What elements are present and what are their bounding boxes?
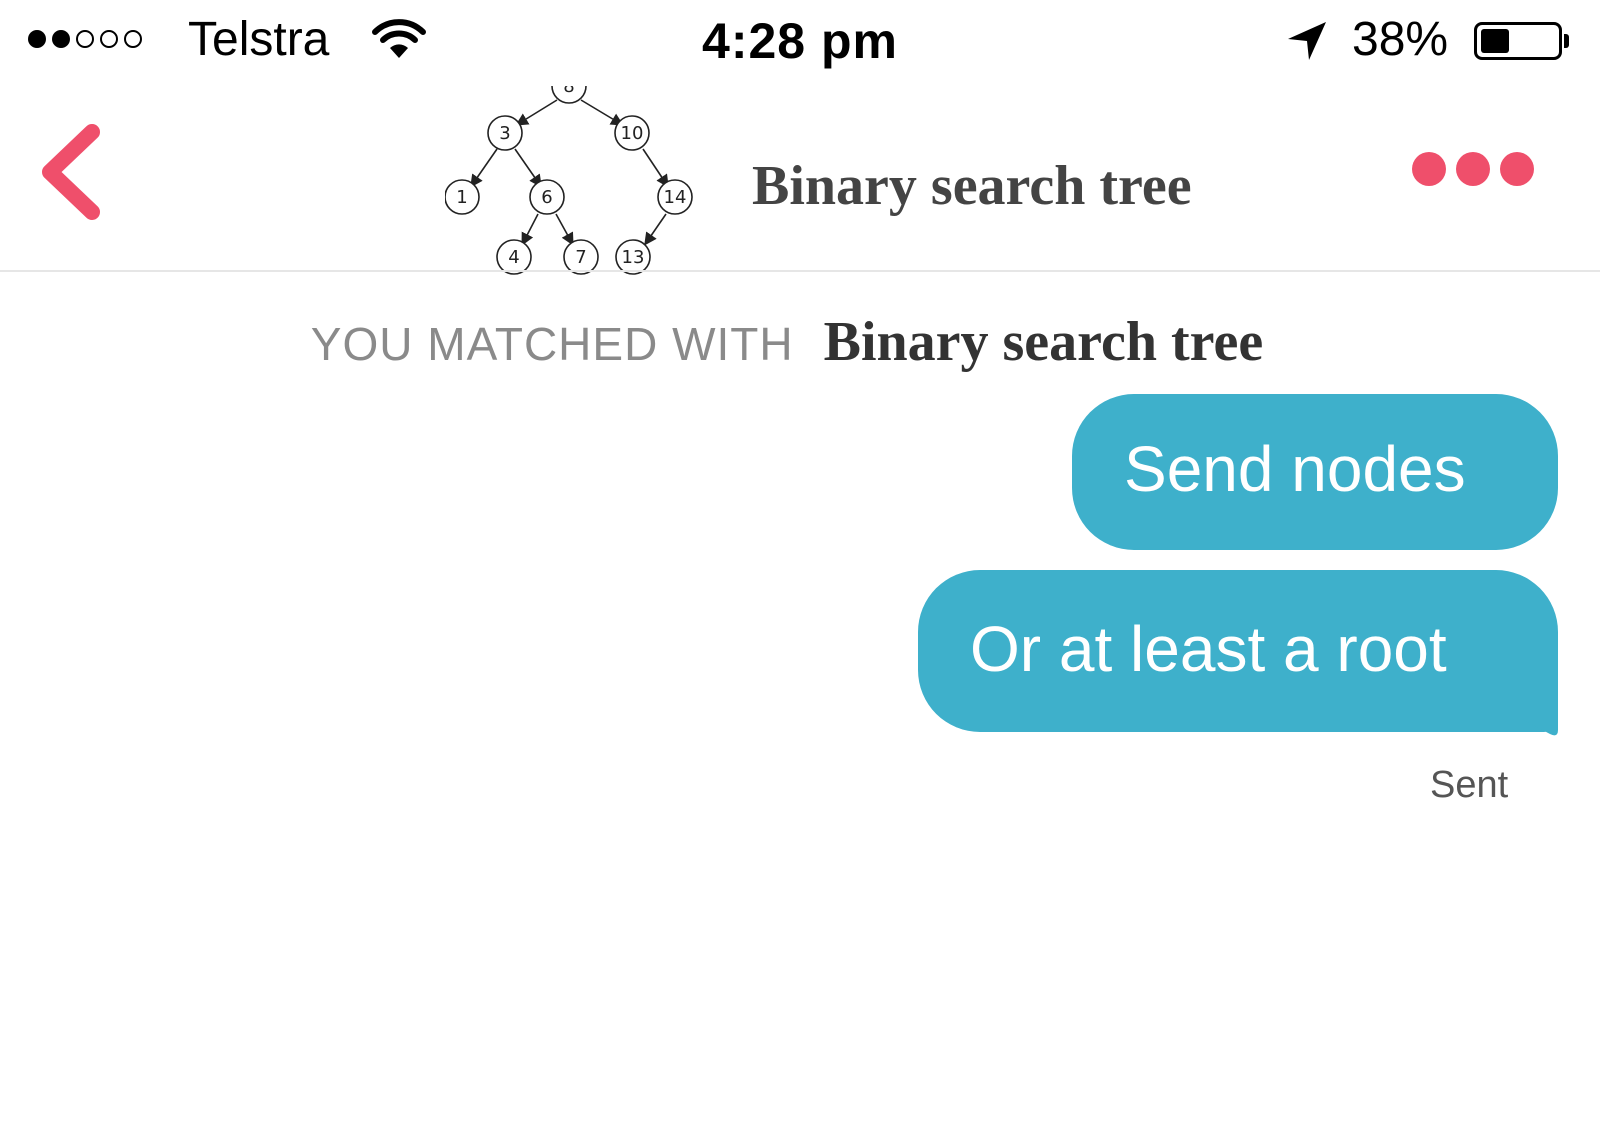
tree-node-label: 10: [621, 123, 644, 144]
status-bar: Telstra 4:28 pm 38%: [0, 0, 1600, 86]
binary-tree-avatar[interactable]: 8 3 10 1 6 14 4 7 13: [445, 86, 715, 286]
bubble-tail: [1520, 700, 1558, 736]
chevron-left-icon[interactable]: [36, 122, 106, 222]
matched-name: Binary search tree: [823, 311, 1264, 373]
tree-node-label: 7: [575, 247, 586, 268]
tree-node-label: 13: [622, 247, 645, 268]
message-bubble[interactable]: Or at least a root: [918, 570, 1558, 732]
matched-label: YOU MATCHED WITH: [310, 318, 794, 370]
battery-icon: [1474, 22, 1562, 60]
battery-cap: [1564, 34, 1569, 48]
message-bubble[interactable]: Send nodes: [1072, 394, 1558, 550]
tree-node-label: 8: [563, 86, 574, 97]
ellipsis-icon[interactable]: [1412, 152, 1534, 186]
tree-node-label: 14: [664, 187, 687, 208]
location-arrow-icon: [1288, 22, 1326, 60]
message-status: Sent: [1430, 764, 1509, 806]
battery-fill: [1481, 29, 1509, 53]
chat-title[interactable]: Binary search tree: [752, 154, 1192, 218]
chat-header: 8 3 10 1 6 14 4 7 13 Binary search tree: [0, 86, 1600, 275]
tree-node-label: 3: [499, 123, 510, 144]
header-divider: [0, 270, 1600, 272]
battery-percentage: 38%: [1352, 13, 1449, 66]
tree-node-label: 6: [541, 187, 552, 208]
tree-node-label: 4: [508, 247, 519, 268]
match-banner: YOU MATCHED WITH Binary search tree: [0, 310, 1600, 374]
tree-node-label: 1: [456, 187, 467, 208]
